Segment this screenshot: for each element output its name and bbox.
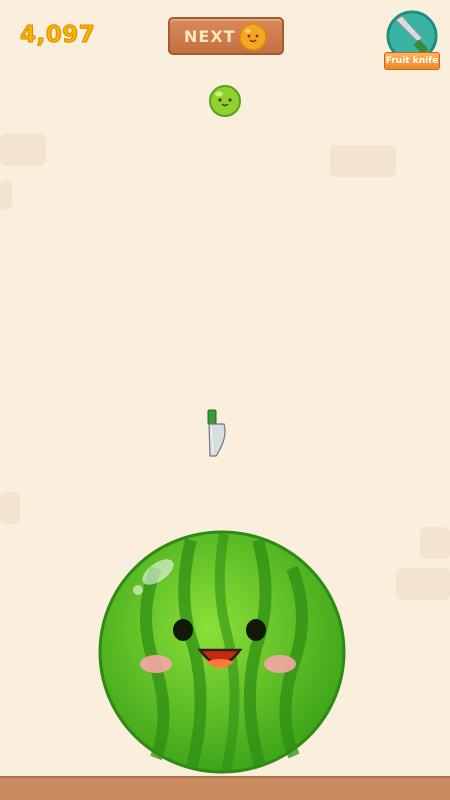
score-counter: 4,097 [19, 22, 96, 49]
floor-plank [0, 776, 450, 800]
knife-icon [386, 10, 438, 58]
watermelon-fruit [98, 530, 346, 774]
grape-icon[interactable] [208, 84, 242, 118]
background-brick [0, 134, 46, 166]
next-label: NEXT [184, 27, 236, 46]
fruit-knife-label: Fruit knife [384, 52, 440, 70]
game-board[interactable]: 4,097 NEXT Fruit knife [0, 0, 450, 800]
background-brick [0, 492, 20, 524]
fruit-knife-button[interactable]: Fruit knife [382, 8, 442, 72]
knife-cursor-icon [207, 409, 226, 457]
background-brick [420, 527, 450, 559]
orange-icon [239, 23, 267, 51]
background-brick [396, 568, 450, 600]
background-brick [0, 180, 12, 210]
background-brick [330, 145, 396, 177]
